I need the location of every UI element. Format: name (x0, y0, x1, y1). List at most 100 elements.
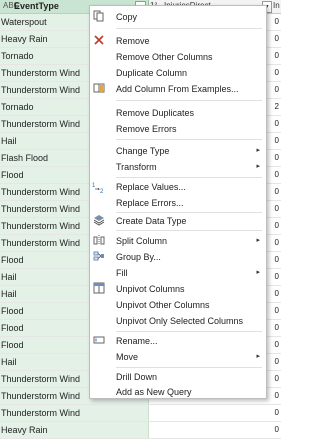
menu-item-copy[interactable]: Copy (90, 9, 266, 25)
injuries-cell[interactable]: 0 (269, 391, 279, 400)
group-by-icon (92, 250, 106, 264)
menu-item-change-type[interactable]: Change Type ▸ (90, 143, 266, 159)
table-row[interactable]: Heavy Rain 0 (0, 422, 281, 439)
injuries-cell[interactable]: 2 (269, 102, 279, 111)
menu-separator (116, 331, 262, 332)
menu-item-replace-values[interactable]: 12 Replace Values... (90, 179, 266, 195)
cell-text: Thunderstorm Wind (1, 85, 81, 95)
remove-column-icon (92, 34, 106, 48)
svg-text:2: 2 (100, 189, 104, 194)
injuries-cell[interactable]: 0 (269, 340, 279, 349)
cell-text: Thunderstorm Wind (1, 119, 81, 129)
eventtype-cell[interactable]: Heavy Rain (0, 422, 149, 438)
injuries-cell[interactable]: 0 (269, 306, 279, 315)
menu-separator (116, 367, 262, 368)
cell-text: Thunderstorm Wind (1, 408, 81, 418)
injuries-cell[interactable]: 0 (269, 34, 279, 43)
submenu-arrow-icon: ▸ (256, 163, 260, 170)
menu-item-drill-down[interactable]: Drill Down (90, 369, 266, 385)
menu-item-unpivot-columns[interactable]: Unpivot Columns (90, 281, 266, 297)
injuries-cell[interactable]: 0 (269, 119, 279, 128)
menu-item-remove-duplicates[interactable]: Remove Duplicates (90, 105, 266, 121)
menu-item-move[interactable]: Move ▸ (90, 349, 266, 365)
table-row[interactable]: Thunderstorm Wind 0 (0, 405, 281, 422)
menu-item-fill[interactable]: Fill ▸ (90, 265, 266, 281)
cell-text: Heavy Rain (1, 34, 48, 44)
menu-item-unpivot-only-selected-columns[interactable]: Unpivot Only Selected Columns (90, 313, 266, 329)
menu-item-remove[interactable]: Remove (90, 33, 266, 49)
injuries-cell[interactable]: 0 (269, 357, 279, 366)
injuries-cell[interactable]: 0 (269, 323, 279, 332)
cell-text: Waterspout (1, 17, 47, 27)
injuries-cell[interactable]: 0 (269, 289, 279, 298)
injuries-cell[interactable]: 0 (269, 51, 279, 60)
menu-item-add-as-new-query[interactable]: Add as New Query (90, 384, 266, 400)
menu-item-create-data-type[interactable]: Create Data Type (90, 213, 266, 229)
injuries-cell[interactable]: 0 (269, 221, 279, 230)
column-context-menu: Copy Remove Remove Other Columns Duplica… (89, 5, 267, 399)
submenu-arrow-icon: ▸ (256, 237, 260, 244)
cell-text: Flash Flood (1, 153, 49, 163)
cell-text: Thunderstorm Wind (1, 68, 81, 78)
cell-text: Tornado (1, 51, 34, 61)
cell-text: Hail (1, 136, 17, 146)
menu-item-duplicate-column[interactable]: Duplicate Column (90, 65, 266, 81)
injuries-cell[interactable]: 0 (269, 255, 279, 264)
split-column-icon (92, 234, 106, 248)
cell-text: Thunderstorm Wind (1, 204, 81, 214)
cell-text: Thunderstorm Wind (1, 221, 81, 231)
injuries-cell[interactable]: 0 (269, 170, 279, 179)
menu-item-group-by[interactable]: Group By... (90, 249, 266, 265)
unpivot-icon (92, 282, 106, 296)
cell-text: Thunderstorm Wind (1, 238, 81, 248)
column-header-label: EventType (14, 1, 59, 11)
cell-text: Flood (1, 170, 24, 180)
menu-item-replace-errors[interactable]: Replace Errors... (90, 195, 266, 211)
injuries-cell[interactable]: 0 (269, 238, 279, 247)
menu-item-rename[interactable]: Rename... (90, 333, 266, 349)
injuries-cell[interactable]: 0 (269, 68, 279, 77)
copy-icon (92, 10, 106, 24)
cell-text: Thunderstorm Wind (1, 374, 81, 384)
injuries-cell[interactable]: 0 (269, 17, 279, 26)
cell-text: Flood (1, 306, 24, 316)
menu-item-add-column-from-examples[interactable]: Add Column From Examples... (90, 81, 266, 97)
menu-item-transform[interactable]: Transform ▸ (90, 159, 266, 175)
injuries-cell[interactable]: 0 (269, 153, 279, 162)
column-from-examples-icon (92, 82, 106, 96)
cell-text: Hail (1, 289, 17, 299)
cell-text: Flood (1, 255, 24, 265)
column-header-next[interactable]: In (273, 1, 280, 10)
menu-separator (116, 177, 262, 178)
eventtype-cell[interactable]: Thunderstorm Wind (0, 405, 149, 421)
data-type-icon (92, 214, 106, 228)
cell-text: Thunderstorm Wind (1, 187, 81, 197)
svg-text:1: 1 (92, 183, 96, 189)
replace-values-icon: 12 (92, 180, 106, 195)
menu-separator (116, 28, 262, 29)
submenu-arrow-icon: ▸ (256, 353, 260, 360)
menu-item-split-column[interactable]: Split Column ▸ (90, 233, 266, 249)
injuries-cell[interactable]: 0 (269, 425, 279, 434)
cell-text: Hail (1, 357, 17, 367)
menu-separator (116, 139, 262, 140)
injuries-cell[interactable]: 0 (269, 408, 279, 417)
cell-text: Flood (1, 340, 24, 350)
submenu-arrow-icon: ▸ (256, 147, 260, 154)
menu-separator (116, 230, 262, 231)
menu-separator (116, 100, 262, 101)
injuries-cell[interactable]: 0 (269, 187, 279, 196)
injuries-cell[interactable]: 0 (269, 85, 279, 94)
submenu-arrow-icon: ▸ (256, 269, 260, 276)
rename-icon (92, 334, 106, 348)
injuries-cell[interactable]: 0 (269, 374, 279, 383)
injuries-cell[interactable]: 0 (269, 204, 279, 213)
menu-item-remove-errors[interactable]: Remove Errors (90, 121, 266, 137)
menu-item-remove-other-columns[interactable]: Remove Other Columns (90, 49, 266, 65)
menu-item-unpivot-other-columns[interactable]: Unpivot Other Columns (90, 297, 266, 313)
cell-text: Hail (1, 272, 17, 282)
cell-text: Flood (1, 323, 24, 333)
injuries-cell[interactable]: 0 (269, 272, 279, 281)
cell-text: Heavy Rain (1, 425, 48, 435)
injuries-cell[interactable]: 0 (269, 136, 279, 145)
